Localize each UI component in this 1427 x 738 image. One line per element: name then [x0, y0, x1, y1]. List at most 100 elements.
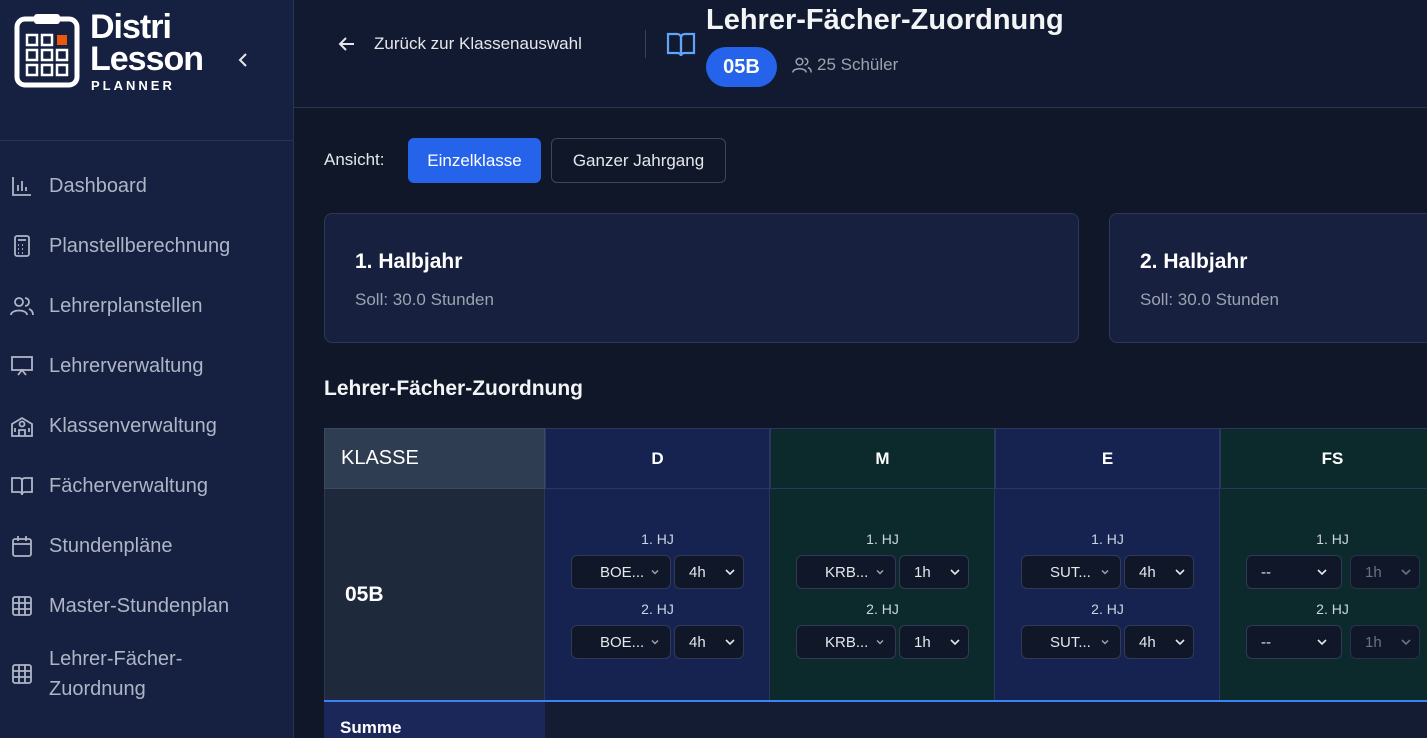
- teacher-select-value: SUT...: [1050, 563, 1091, 581]
- subject-header-e: E: [995, 428, 1220, 489]
- teacher-select-value: KRB...: [825, 633, 869, 651]
- sidebar-item-dashboard[interactable]: Dashboard: [0, 156, 293, 216]
- student-count: 25 Schüler: [792, 55, 898, 75]
- sidebar: Distri Lesson PLANNER Dashboard Planstel…: [0, 0, 294, 738]
- collapse-sidebar-button[interactable]: [232, 48, 254, 72]
- subject-cell-e: 1. HJ SUT... 4h 2. HJ SUT... 4h: [995, 489, 1220, 700]
- sidebar-item-lehrerverwaltung[interactable]: Lehrerverwaltung: [0, 336, 293, 396]
- class-row-label: 05B: [324, 489, 545, 700]
- chevron-left-icon: [238, 53, 247, 67]
- sum-values: [545, 702, 1427, 738]
- hours-select-hj1[interactable]: 1h: [899, 555, 969, 589]
- chevron-down-icon: [948, 565, 962, 579]
- sidebar-item-label: Fächerverwaltung: [49, 474, 208, 497]
- users-icon: [792, 55, 812, 75]
- teacher-select-hj2[interactable]: KRB...: [796, 625, 896, 659]
- view-single-class-button[interactable]: Einzelklasse: [408, 138, 541, 183]
- teacher-select-hj1[interactable]: SUT...: [1021, 555, 1121, 589]
- teacher-select-hj2[interactable]: SUT...: [1021, 625, 1121, 659]
- hj2-label: 2. HJ: [866, 601, 899, 617]
- teacher-select-hj2[interactable]: --: [1246, 625, 1342, 659]
- hours-select-value: 4h: [1139, 563, 1156, 581]
- chevron-down-icon: [1399, 635, 1413, 649]
- sidebar-item-planstellberechnung[interactable]: Planstellberechnung: [0, 216, 293, 276]
- sidebar-item-lehrer-faecher-zuordnung[interactable]: Lehrer-Fächer-Zuordnung: [0, 636, 293, 712]
- assignment-table: KLASSE D M E FS 05B 1. HJ BOE... 4h 2. H…: [324, 428, 1427, 738]
- subject-header-d: D: [545, 428, 770, 489]
- chevron-down-icon: [723, 565, 737, 579]
- hj1-label: 1. HJ: [1316, 531, 1349, 547]
- chevron-down-icon: [1100, 635, 1114, 649]
- hours-select-hj1: 1h: [1350, 555, 1420, 589]
- header-divider: [645, 30, 646, 58]
- sidebar-item-stundenplaene[interactable]: Stundenpläne: [0, 516, 293, 576]
- hours-select-value: 1h: [1365, 563, 1382, 581]
- hj1-label: 1. HJ: [641, 531, 674, 547]
- hours-select-value: 4h: [689, 633, 706, 651]
- teacher-select-hj1[interactable]: BOE...: [571, 555, 671, 589]
- view-label: Ansicht:: [324, 150, 385, 169]
- sidebar-nav: Dashboard Planstellberechnung Lehrerplan…: [0, 156, 293, 712]
- hours-select-value: 1h: [1365, 633, 1382, 651]
- class-badge: 05B: [706, 47, 777, 87]
- student-count-label: 25 Schüler: [817, 55, 899, 74]
- sidebar-item-label: Dashboard: [49, 174, 147, 197]
- hj2-label: 2. HJ: [1316, 601, 1349, 617]
- subject-cell-fs: 1. HJ -- 1h 2. HJ -- 1h: [1220, 489, 1427, 700]
- bar-chart-icon: [10, 174, 34, 198]
- sidebar-item-label: Lehrerverwaltung: [49, 354, 204, 377]
- subject-cell-m: 1. HJ KRB... 1h 2. HJ KRB... 1h: [770, 489, 995, 700]
- semester-card-1: 1. Halbjahr Soll: 30.0 Stunden: [324, 213, 1079, 343]
- teacher-select-value: BOE...: [600, 563, 645, 581]
- hj2-label: 2. HJ: [641, 601, 674, 617]
- chevron-down-icon: [948, 635, 962, 649]
- hours-select-hj1[interactable]: 4h: [674, 555, 744, 589]
- hours-select-hj1[interactable]: 4h: [1124, 555, 1194, 589]
- sidebar-item-faecherverwaltung[interactable]: Fächerverwaltung: [0, 456, 293, 516]
- sidebar-item-label: Planstellberechnung: [49, 234, 231, 257]
- sidebar-item-label: Stundenpläne: [49, 534, 173, 557]
- semester-title: 2. Halbjahr: [1140, 250, 1248, 273]
- planner-logo-icon: [14, 13, 80, 89]
- back-to-class-selection-link[interactable]: Zurück zur Klassenauswahl: [338, 30, 582, 58]
- semester-title: 1. Halbjahr: [355, 250, 463, 273]
- hours-select-value: 1h: [914, 633, 931, 651]
- hours-select-hj2[interactable]: 4h: [674, 625, 744, 659]
- hours-select-hj2[interactable]: 4h: [1124, 625, 1194, 659]
- teacher-select-value: --: [1261, 563, 1271, 581]
- subject-header-m: M: [770, 428, 995, 489]
- brand-logo[interactable]: Distri Lesson PLANNER: [14, 10, 204, 92]
- chevron-down-icon: [1315, 565, 1329, 579]
- chevron-down-icon: [650, 635, 664, 649]
- hours-select-hj2[interactable]: 1h: [899, 625, 969, 659]
- chevron-down-icon: [723, 635, 737, 649]
- view-whole-year-button[interactable]: Ganzer Jahrgang: [551, 138, 726, 183]
- sidebar-divider: [0, 140, 293, 141]
- hj1-label: 1. HJ: [866, 531, 899, 547]
- hours-select-hj2: 1h: [1350, 625, 1420, 659]
- teacher-select-hj1[interactable]: KRB...: [796, 555, 896, 589]
- hj2-label: 2. HJ: [1091, 601, 1124, 617]
- school-icon: [10, 414, 34, 438]
- chevron-down-icon: [1100, 565, 1114, 579]
- sum-row: Summe: [324, 700, 1427, 738]
- hj1-label: 1. HJ: [1091, 531, 1124, 547]
- hours-select-value: 1h: [914, 563, 931, 581]
- presentation-icon: [10, 354, 34, 378]
- section-title: Lehrer-Fächer-Zuordnung: [324, 377, 584, 400]
- book-open-icon: [666, 30, 696, 58]
- subject-header-fs: FS: [1220, 428, 1427, 489]
- teacher-select-hj1[interactable]: --: [1246, 555, 1342, 589]
- sidebar-item-lehrerplanstellen[interactable]: Lehrerplanstellen: [0, 276, 293, 336]
- semester-card-2: 2. Halbjahr Soll: 30.0 Stunden: [1109, 213, 1427, 343]
- sidebar-item-master-stundenplan[interactable]: Master-Stundenplan: [0, 576, 293, 636]
- sidebar-item-klassenverwaltung[interactable]: Klassenverwaltung: [0, 396, 293, 456]
- sidebar-item-label: Master-Stundenplan: [49, 594, 230, 617]
- chevron-down-icon: [875, 635, 889, 649]
- sidebar-item-label: Lehrer-Fächer-Zuordnung: [49, 648, 183, 700]
- class-column-header: KLASSE: [324, 428, 545, 489]
- hours-select-value: 4h: [689, 563, 706, 581]
- teacher-select-hj2[interactable]: BOE...: [571, 625, 671, 659]
- back-link-label: Zurück zur Klassenauswahl: [374, 34, 582, 53]
- teacher-select-value: --: [1261, 633, 1271, 651]
